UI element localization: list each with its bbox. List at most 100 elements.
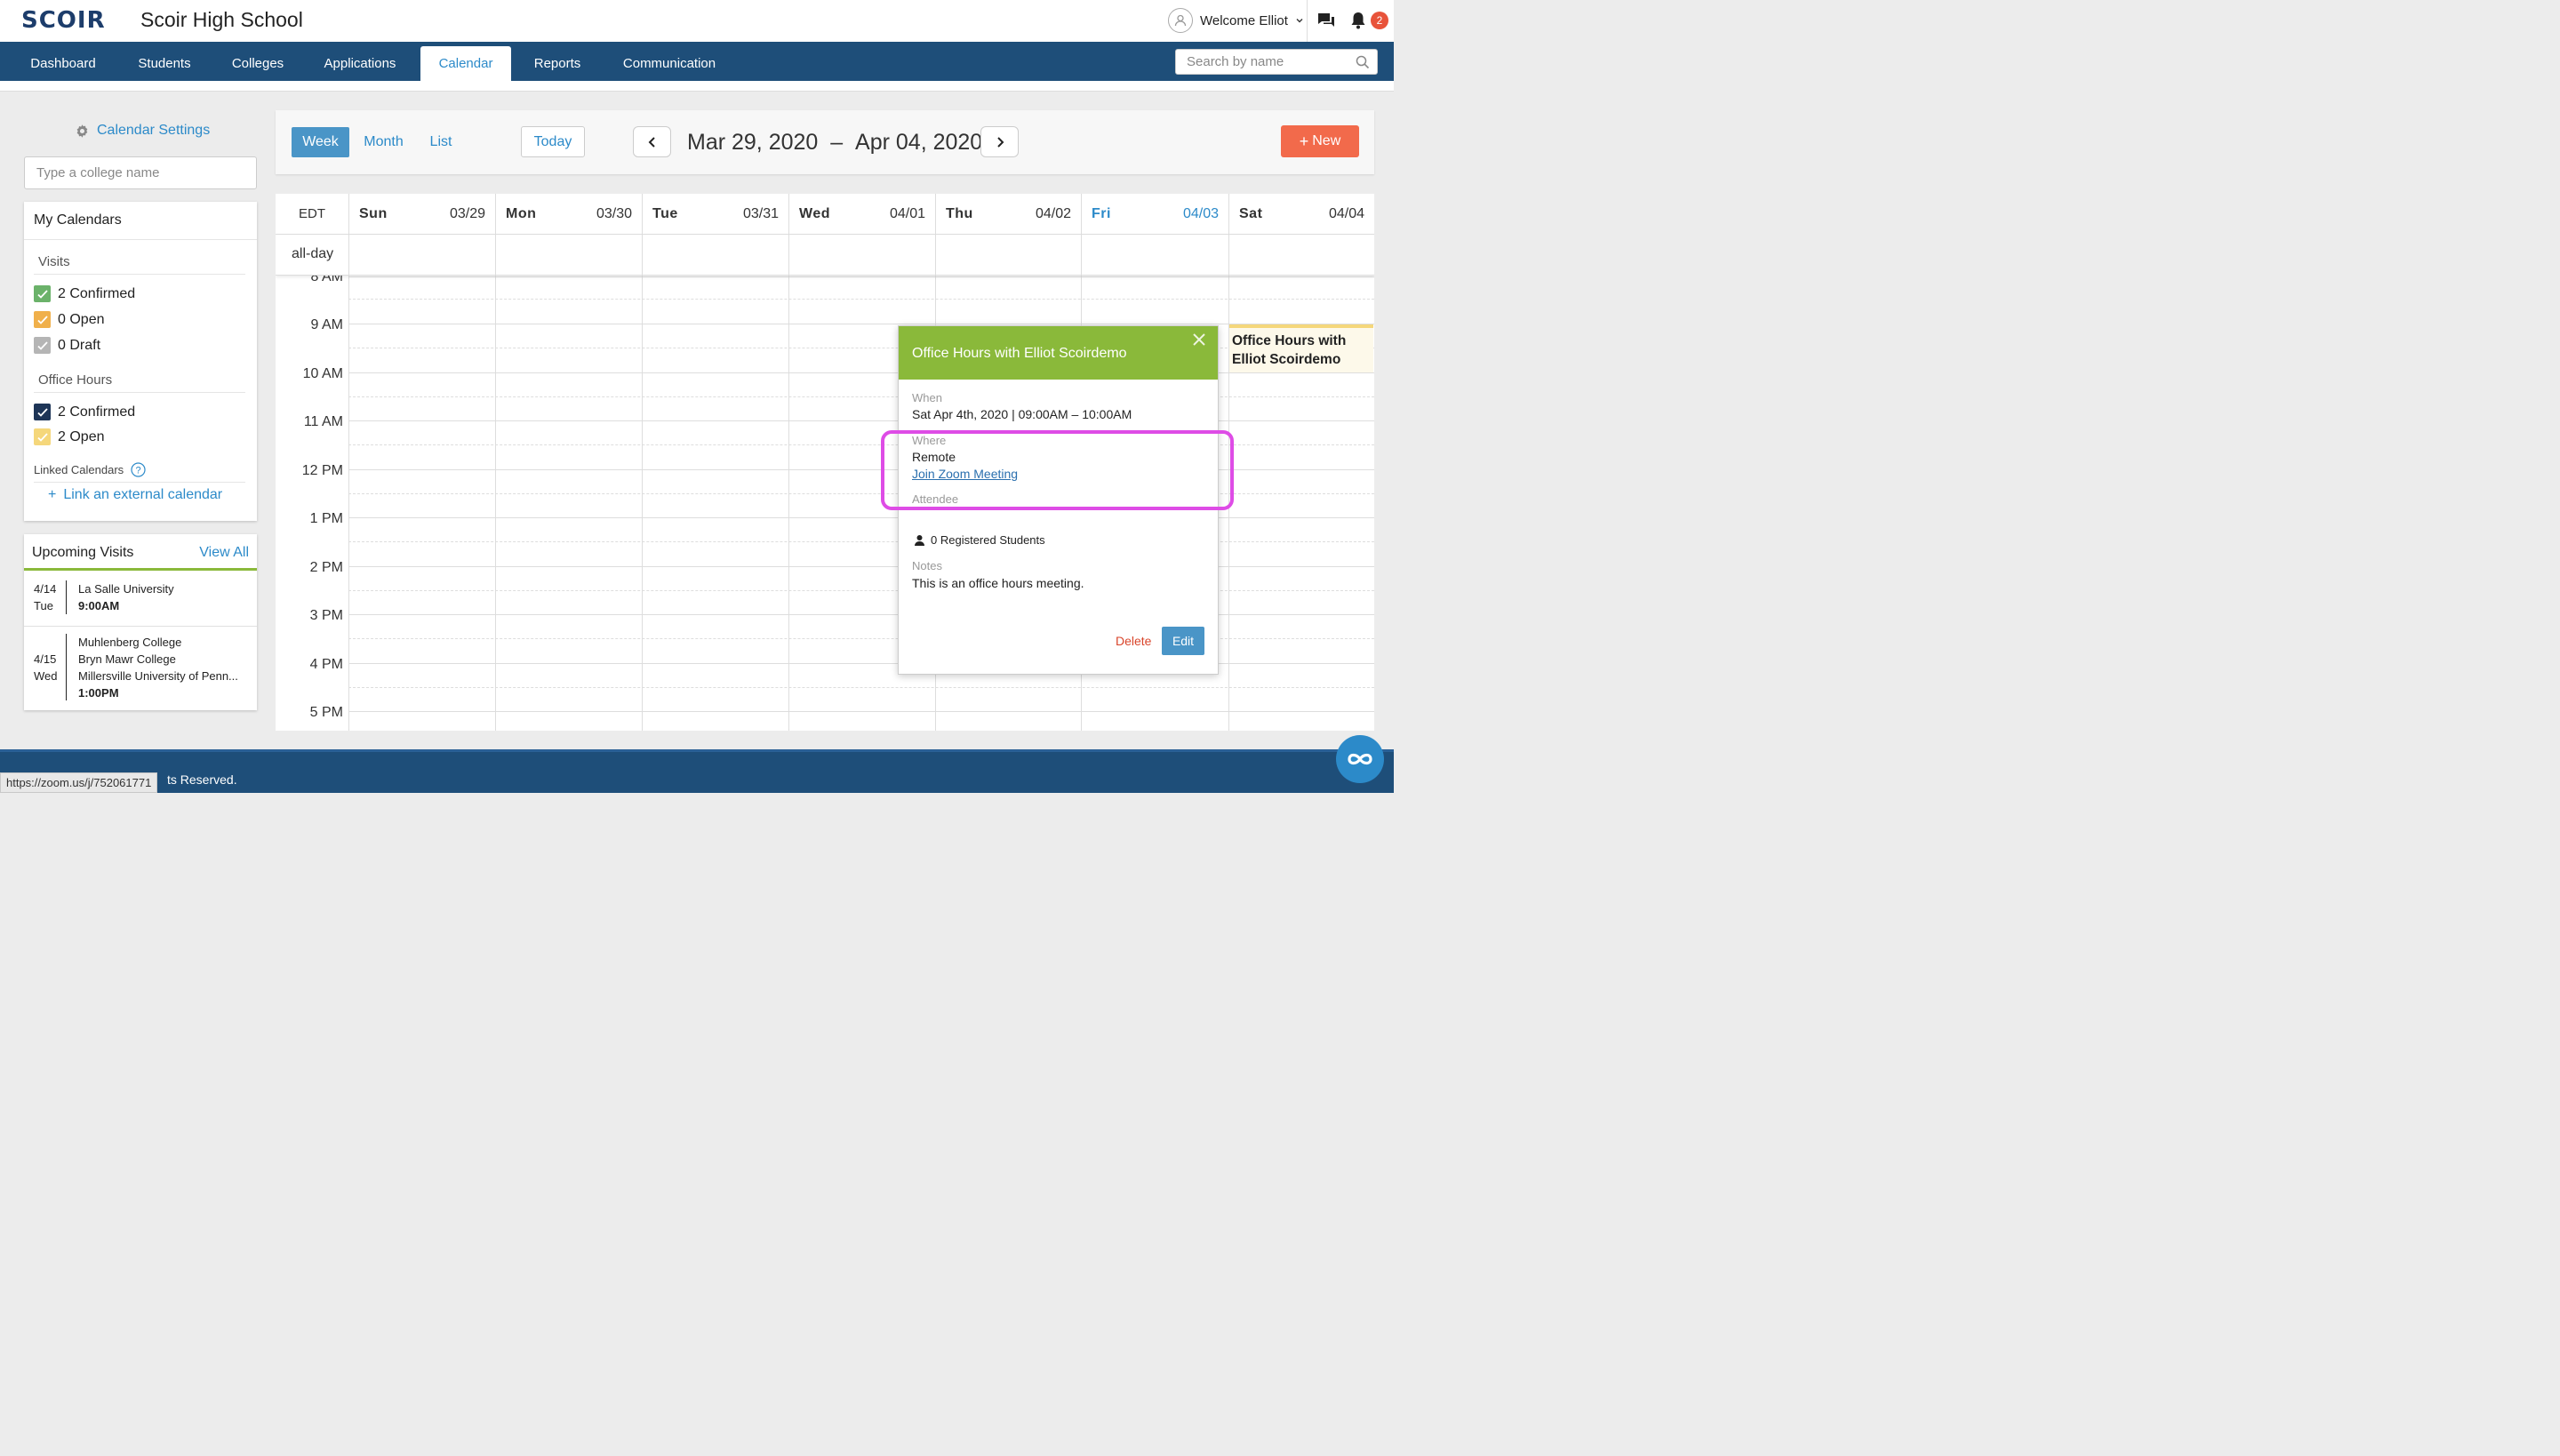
event-details-popover: Office Hours with Elliot Scoirdemo When … xyxy=(898,325,1219,675)
new-button-label: New xyxy=(1312,133,1341,148)
upcoming-visit-row[interactable]: 4/14 Tue La Salle University 9:00AM xyxy=(24,580,257,616)
visits-open-label: 0 Open xyxy=(58,311,105,327)
college-input-placeholder: Type a college name xyxy=(36,165,160,180)
chevron-left-icon xyxy=(648,136,655,148)
day-header-tue[interactable]: Tue 03/31 xyxy=(642,194,788,235)
hour-line xyxy=(348,469,1374,470)
visits-draft-toggle[interactable]: 0 Draft xyxy=(34,337,100,354)
nav-reports[interactable]: Reports xyxy=(519,46,596,81)
day-header-row: EDT Sun 03/29 Mon 03/30 Tue 03/31 Wed 04/01 … xyxy=(276,194,1374,235)
half-hour-line xyxy=(348,541,1374,542)
checkbox-checked-icon[interactable] xyxy=(34,337,51,354)
plus-icon: + xyxy=(1299,132,1309,150)
search-icon xyxy=(1356,55,1370,69)
time-label: 3 PM xyxy=(309,608,343,623)
prev-week-button[interactable] xyxy=(633,126,671,157)
hour-line xyxy=(348,711,1374,712)
day-header-wed[interactable]: Wed 04/01 xyxy=(788,194,935,235)
close-icon[interactable] xyxy=(1191,332,1207,348)
checkbox-checked-icon[interactable] xyxy=(34,404,51,420)
hour-line xyxy=(348,372,1374,373)
timezone-label: EDT xyxy=(299,206,325,221)
today-button[interactable]: Today xyxy=(521,126,585,157)
chevron-right-icon xyxy=(996,136,1004,148)
person-icon xyxy=(915,535,924,546)
nav-applications[interactable]: Applications xyxy=(308,46,412,81)
calendar-settings-link[interactable]: Calendar Settings xyxy=(75,123,210,139)
browser-status-url: https://zoom.us/j/752061771 xyxy=(0,772,158,793)
popover-header: Office Hours with Elliot Scoirdemo xyxy=(899,326,1218,380)
hour-line xyxy=(348,663,1374,664)
linked-calendars-row: Linked Calendars ? xyxy=(34,462,146,477)
visits-confirmed-toggle[interactable]: 2 Confirmed xyxy=(34,285,135,302)
linked-calendars-label: Linked Calendars xyxy=(34,463,124,476)
checkbox-checked-icon[interactable] xyxy=(34,311,51,328)
nav-colleges[interactable]: Colleges xyxy=(216,46,300,81)
visits-open-toggle[interactable]: 0 Open xyxy=(34,311,104,328)
upcoming-visit-row[interactable]: 4/15 Wed Muhlenberg College Bryn Mawr Co… xyxy=(24,634,257,703)
my-calendars-title: My Calendars xyxy=(34,212,122,228)
office-hours-section-label: Office Hours xyxy=(38,372,113,388)
view-month-button[interactable]: Month xyxy=(356,127,411,157)
view-week-button[interactable]: Week xyxy=(292,127,349,157)
time-label: 2 PM xyxy=(309,560,343,575)
visit-date: 4/14 Tue xyxy=(34,582,57,612)
join-zoom-link[interactable]: Join Zoom Meeting xyxy=(912,467,1018,481)
chevron-down-icon xyxy=(1296,19,1303,23)
all-day-row[interactable]: all-day xyxy=(276,235,1374,276)
day-header-thu[interactable]: Thu 04/02 xyxy=(935,194,1081,235)
scoir-logo[interactable]: SCOIR xyxy=(21,7,106,34)
nav-students[interactable]: Students xyxy=(121,46,208,81)
checkbox-checked-icon[interactable] xyxy=(34,285,51,302)
day-header-mon[interactable]: Mon 03/30 xyxy=(495,194,642,235)
office-hours-open-toggle[interactable]: 2 Open xyxy=(34,428,104,445)
main-nav: Dashboard Students Colleges Applications… xyxy=(0,42,1394,81)
delete-button[interactable]: Delete xyxy=(1116,634,1151,648)
college-name-input[interactable]: Type a college name xyxy=(24,156,257,189)
visits-section-label: Visits xyxy=(38,254,70,269)
footer-copyright: ts Reserved. xyxy=(167,772,237,787)
search-input[interactable]: Search by name xyxy=(1175,49,1378,75)
notification-badge[interactable]: 2 xyxy=(1371,12,1388,29)
day-header-sun[interactable]: Sun 03/29 xyxy=(348,194,495,235)
view-list-button[interactable]: List xyxy=(423,127,459,157)
visit-colleges: Muhlenberg College Bryn Mawr College Mil… xyxy=(78,636,238,700)
calendar-toolbar: Week Month List Today Mar 29, 2020 – Apr… xyxy=(276,110,1374,174)
nav-calendar[interactable]: Calendar xyxy=(420,46,511,81)
day-header-fri[interactable]: Fri 04/03 xyxy=(1081,194,1228,235)
view-all-link[interactable]: View All xyxy=(199,545,249,561)
nav-dashboard[interactable]: Dashboard xyxy=(11,46,116,81)
edit-button[interactable]: Edit xyxy=(1162,627,1204,655)
help-chat-button[interactable] xyxy=(1336,735,1384,783)
bell-icon[interactable] xyxy=(1349,11,1367,30)
hour-line xyxy=(348,614,1374,615)
office-hours-event[interactable]: Office Hours with Elliot Scoirdemo xyxy=(1229,324,1373,372)
plus-icon: + xyxy=(48,487,57,502)
messages-icon[interactable] xyxy=(1316,11,1336,30)
half-hour-line xyxy=(348,590,1374,591)
next-week-button[interactable] xyxy=(980,126,1019,157)
popover-title: Office Hours with Elliot Scoirdemo xyxy=(912,346,1127,361)
section-divider xyxy=(34,392,245,393)
welcome-text: Welcome Elliot xyxy=(1200,12,1288,28)
new-event-button[interactable]: + New xyxy=(1281,125,1359,157)
user-menu[interactable]: Welcome Elliot xyxy=(1168,7,1304,34)
panel-accent-bar xyxy=(24,568,257,571)
visit-divider xyxy=(66,634,67,700)
nav-communication[interactable]: Communication xyxy=(604,46,734,81)
time-label: 4 PM xyxy=(309,657,343,672)
half-hour-line xyxy=(348,687,1374,688)
office-hours-confirmed-toggle[interactable]: 2 Confirmed xyxy=(34,404,135,420)
when-value: Sat Apr 4th, 2020 | 09:00AM – 10:00AM xyxy=(912,407,1132,421)
visit-date: 4/15 Wed xyxy=(34,652,58,683)
attendee-label: Attendee xyxy=(912,492,959,506)
calendar-settings-label: Calendar Settings xyxy=(97,123,211,138)
link-external-calendar[interactable]: + Link an external calendar xyxy=(48,487,222,503)
day-header-sat[interactable]: Sat 04/04 xyxy=(1228,194,1374,235)
infinity-icon xyxy=(1348,753,1372,765)
help-circle-icon[interactable]: ? xyxy=(131,462,146,477)
half-hour-line xyxy=(348,396,1374,397)
time-label: 10 AM xyxy=(302,366,343,381)
checkbox-checked-icon[interactable] xyxy=(34,428,51,445)
hour-line xyxy=(348,276,1374,277)
